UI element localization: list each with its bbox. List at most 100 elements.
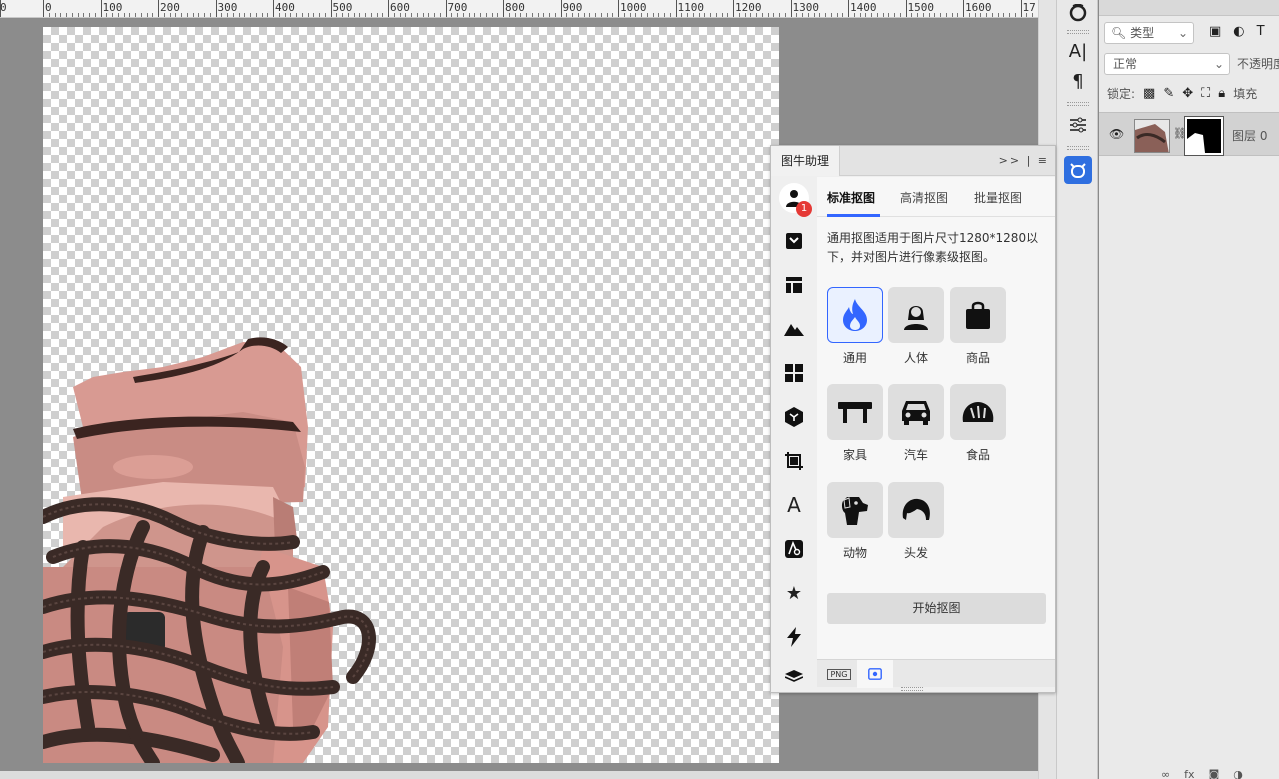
ruler-minor-tick [198, 13, 200, 17]
ruler-major-tick [273, 0, 274, 17]
type-filter-icon[interactable]: T [1257, 24, 1265, 39]
ruler-minor-tick [474, 13, 476, 17]
chevron-down-icon: ⌄ [1213, 57, 1224, 71]
lock-paint-icon[interactable]: ✎ [1163, 86, 1174, 101]
tab-standard-cutout[interactable]: 标准抠图 [827, 189, 875, 206]
ruler-major-tick [560, 0, 562, 17]
add-mask-icon[interactable]: ◙ [1209, 768, 1220, 779]
ruler-minor-tick [583, 13, 585, 17]
panel-grip[interactable] [1067, 30, 1089, 34]
ruler-major-tick [445, 0, 447, 17]
shopping-bag-icon [966, 301, 990, 329]
lightning-icon[interactable] [780, 623, 808, 651]
font-search-icon[interactable] [780, 535, 808, 563]
ruler-minor-tick [635, 13, 637, 17]
ruler-minor-tick [658, 13, 660, 17]
ruler-major-tick [618, 0, 619, 17]
tuniu-plugin-icon[interactable] [1064, 156, 1092, 184]
ruler-minor-tick [365, 13, 366, 17]
fx-icon[interactable]: fx [1184, 768, 1194, 779]
ruler-minor-tick [894, 13, 895, 17]
ruler-minor-tick [181, 13, 182, 17]
panel-title-tab[interactable]: 图牛助理 [771, 146, 841, 176]
ruler-minor-tick [382, 13, 384, 17]
screenshot-button[interactable] [857, 660, 893, 688]
sidebar-cutout-icon[interactable] [780, 227, 808, 255]
png-export-button[interactable]: PNG [821, 660, 857, 688]
ruler-minor-tick [451, 13, 453, 17]
tab-batch-cutout[interactable]: 批量抠图 [974, 189, 1022, 206]
document-canvas[interactable] [43, 27, 779, 763]
category-hair[interactable]: 头发 [888, 482, 944, 561]
layers-panel-tabs[interactable] [1099, 0, 1279, 16]
cube-3d-icon[interactable] [780, 403, 808, 431]
panel-grip[interactable] [1067, 146, 1089, 150]
ruler-minor-tick [922, 13, 924, 17]
ruler-minor-tick [359, 13, 361, 17]
ruler-minor-tick [710, 13, 711, 17]
layer-filter-select[interactable]: 🔍︎ 类型 ⌄ [1104, 22, 1194, 44]
ruler-minor-tick [980, 13, 982, 17]
ruler-minor-tick [485, 13, 487, 17]
ruler-minor-tick [917, 13, 918, 17]
ruler-minor-tick [773, 13, 775, 17]
lock-move-icon[interactable]: ✥ [1182, 86, 1193, 101]
image-filter-icon[interactable]: ▣ [1209, 24, 1221, 39]
paragraph-panel-icon[interactable]: ¶ [1062, 67, 1094, 95]
plugin-content: 标准抠图 高清抠图 批量抠图 通用抠图适用于图片尺寸1280*1280以下，并对… [817, 177, 1055, 659]
adjustment-filter-icon[interactable]: ◐ [1233, 24, 1244, 39]
start-cutout-button[interactable]: 开始抠图 [827, 593, 1046, 624]
lock-all-icon[interactable]: 🔒︎ [1218, 86, 1225, 101]
new-adjustment-icon[interactable]: ◑ [1233, 768, 1243, 779]
mountain-image-icon[interactable] [780, 315, 808, 343]
category-general[interactable]: 通用 [827, 287, 883, 366]
category-furniture[interactable]: 家具 [827, 384, 883, 463]
ruler-minor-tick [606, 13, 608, 17]
ruler-minor-tick [577, 13, 579, 17]
lock-artboard-icon[interactable]: ⛶ [1201, 86, 1210, 101]
text-tool-icon[interactable]: A [780, 491, 808, 519]
ruler-minor-tick [825, 13, 826, 17]
ruler-minor-tick [238, 13, 240, 17]
panel-menu-controls[interactable]: >> | ≡ [999, 154, 1049, 167]
layout-template-icon[interactable] [780, 271, 808, 299]
ruler-minor-tick [687, 13, 688, 17]
panel-grip[interactable] [1067, 102, 1089, 106]
adjustments-icon[interactable] [1062, 111, 1094, 139]
layer-name[interactable]: 图层 0 [1232, 127, 1267, 144]
ruler-minor-tick [520, 13, 522, 17]
character-panel-icon[interactable]: A| [1062, 37, 1094, 65]
opacity-label[interactable]: 不透明度 [1237, 55, 1279, 72]
layer-mask-thumbnail[interactable] [1184, 116, 1224, 156]
layers-panel: 🔍︎ 类型 ⌄ ▣ ◐ T 正常 ⌄ 不透明度 锁定: ▩ ✎ ✥ ⛶ 🔒︎ 填… [1099, 0, 1279, 779]
star-icon[interactable]: ★ [780, 579, 808, 607]
ruler-minor-tick [439, 13, 441, 17]
layers-stack-icon[interactable] [780, 663, 808, 691]
category-food[interactable]: 食品 [950, 384, 1006, 463]
layer-thumbnail[interactable] [1134, 119, 1170, 153]
blend-mode-select[interactable]: 正常 ⌄ [1104, 53, 1230, 75]
fill-label[interactable]: 填充 [1233, 85, 1257, 102]
ruler-minor-tick [457, 13, 458, 17]
lock-transparent-icon[interactable]: ▩ [1143, 86, 1155, 101]
grid-apps-icon[interactable] [780, 359, 808, 387]
history-icon[interactable] [1062, 0, 1094, 28]
tab-hd-cutout[interactable]: 高清抠图 [900, 189, 948, 206]
ruler-minor-tick [89, 13, 90, 17]
ruler-minor-tick [353, 13, 355, 17]
ruler-minor-tick [629, 13, 631, 17]
category-car[interactable]: 汽车 [888, 384, 944, 463]
crop-frame-icon[interactable] [780, 447, 808, 475]
layer-row[interactable]: 👁︎ ⛓ 图层 0 [1099, 112, 1279, 156]
panel-resize-grip[interactable] [901, 687, 923, 691]
ruler-minor-tick [554, 13, 556, 17]
link-layers-icon[interactable]: ∞ [1161, 768, 1170, 779]
ruler-minor-tick [1014, 13, 1016, 17]
ruler-major-tick [158, 0, 159, 17]
ruler-minor-tick [698, 13, 700, 17]
category-animal[interactable]: 动物 [827, 482, 883, 561]
category-product[interactable]: 商品 [950, 287, 1006, 366]
plugin-sidebar: 1 A ★ [771, 177, 817, 682]
eye-icon[interactable]: 👁︎ [1109, 127, 1124, 141]
category-person[interactable]: 人体 [888, 287, 944, 366]
